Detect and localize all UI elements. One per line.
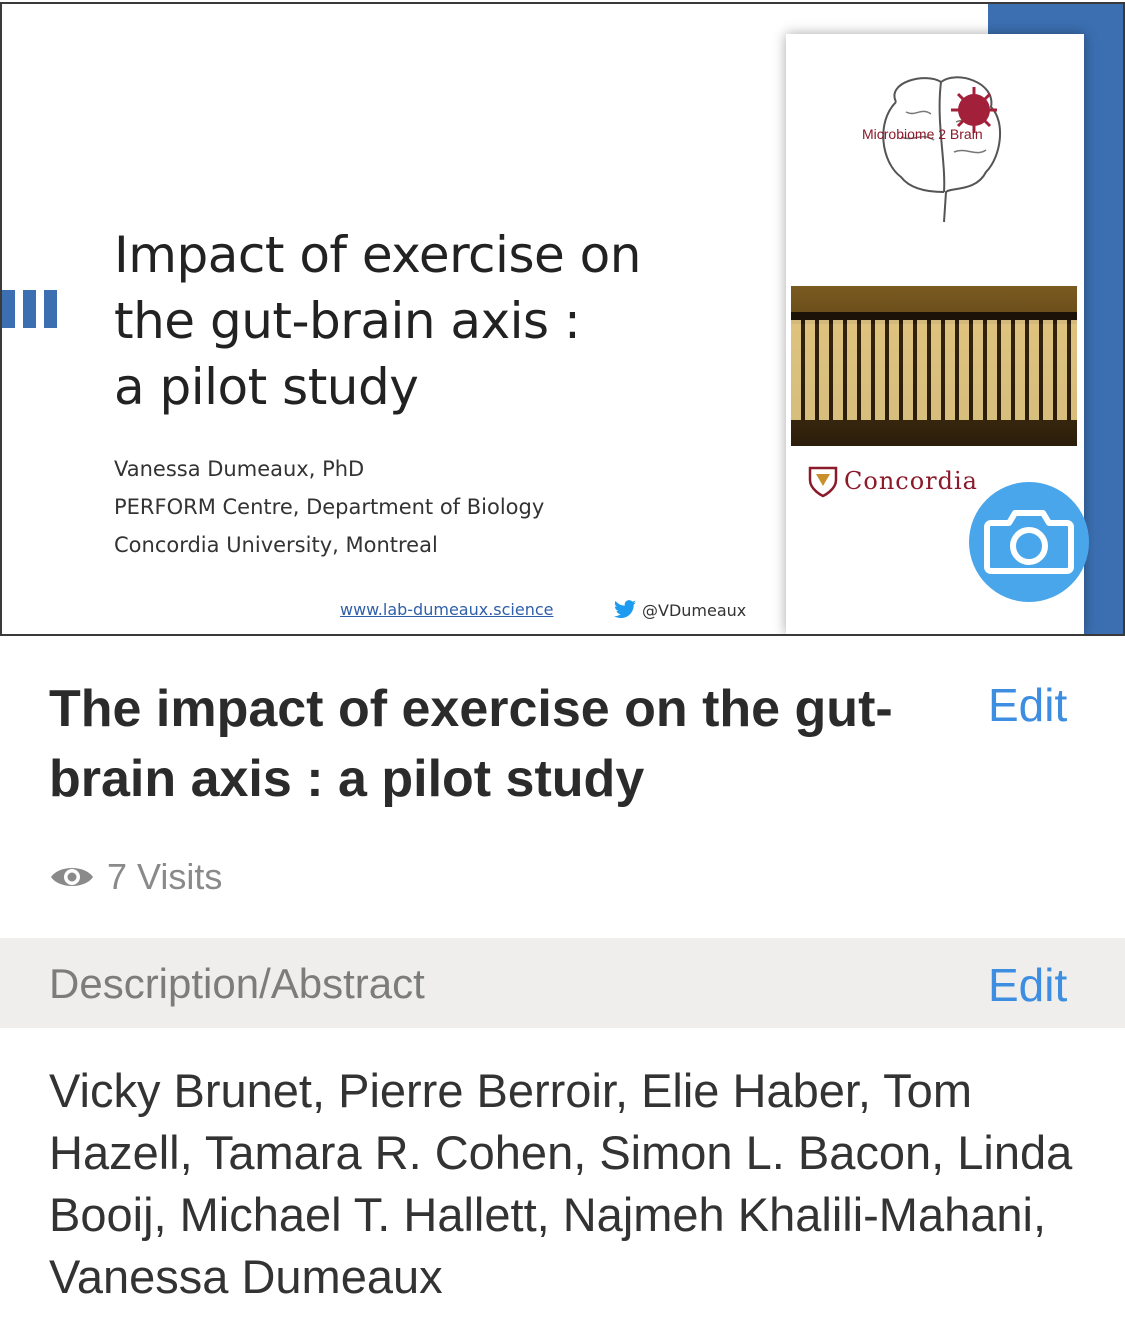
section-label: Description/Abstract [49, 960, 425, 1007]
twitter-handle: @VDumeaux [642, 600, 747, 620]
slide-title-line: the gut-brain axis : [114, 292, 581, 350]
slide-author-info: Vanessa Dumeaux, PhD PERFORM Centre, Dep… [114, 450, 544, 564]
visits-count: 7 Visits [49, 856, 222, 898]
slide-thumbnail: Impact of exercise on the gut-brain axis… [0, 2, 1125, 636]
edit-title-button[interactable]: Edit [988, 678, 1067, 732]
visits-label: 7 Visits [107, 856, 223, 897]
twitter-bird-icon [614, 600, 636, 619]
slide-accent-bars [2, 290, 57, 328]
logo-caption: Microbiome 2 Brain [862, 126, 983, 142]
concordia-logo: Concordia [808, 464, 978, 498]
document-title: The impact of exercise on the gut-brain … [49, 680, 893, 808]
edit-description-button[interactable]: Edit [988, 958, 1067, 1012]
slide-twitter: @VDumeaux [612, 600, 746, 620]
slide-title-line: Impact of exercise on [114, 226, 641, 284]
brain-icon [882, 76, 1002, 223]
building-photo [791, 286, 1077, 446]
slide-info-line: PERFORM Centre, Department of Biology [114, 495, 545, 519]
description-text: Vicky Brunet, Pierre Berroir, Elie Haber… [49, 1064, 1073, 1303]
slide-title-line: a pilot study [114, 358, 419, 416]
slide-title: Impact of exercise on the gut-brain axis… [114, 222, 754, 420]
eye-icon [51, 868, 93, 886]
university-name: Concordia [844, 467, 978, 495]
brain-logo: Microbiome 2 Brain [856, 62, 1036, 242]
camera-icon [984, 510, 1074, 574]
slide-info-line: Vanessa Dumeaux, PhD [114, 457, 365, 481]
slide-info-line: Concordia University, Montreal [114, 533, 438, 557]
shield-icon [808, 466, 838, 498]
change-photo-button[interactable] [969, 482, 1089, 602]
description-section-header: Description/Abstract Edit [0, 938, 1125, 1028]
slide-website: www.lab-dumeaux.science [340, 600, 554, 619]
